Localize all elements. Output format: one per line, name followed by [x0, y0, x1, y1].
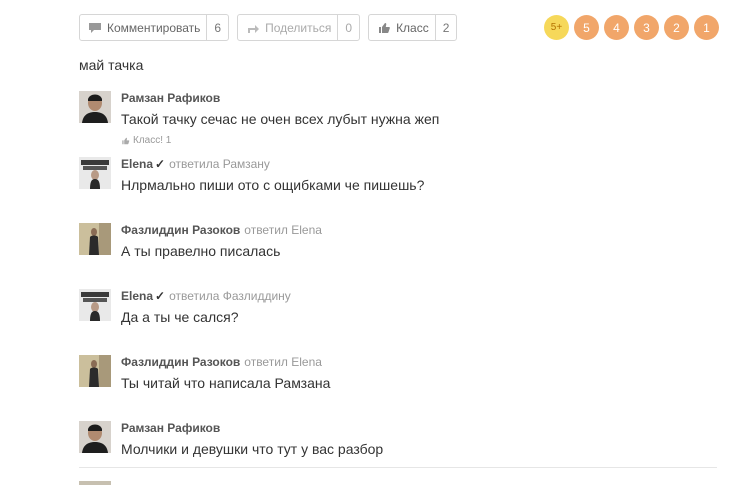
share-arrow-icon: [246, 22, 260, 34]
avatar[interactable]: [79, 481, 111, 485]
comment-text: Ты читай что написала Рамзана: [121, 375, 331, 391]
rating-4[interactable]: 4: [604, 15, 629, 40]
reply-to[interactable]: ответила Фазлиддину: [169, 289, 291, 303]
comment-author[interactable]: Фазлиддин Разоков: [121, 223, 240, 237]
verified-check-icon: ✓: [155, 289, 166, 303]
share-button-label: Поделиться: [265, 20, 332, 35]
post-actions-toolbar: Комментировать 6 Поделиться 0 Класс 2: [79, 14, 458, 41]
reply-to[interactable]: ответил Elena: [244, 223, 322, 237]
comment-count: 6: [206, 15, 228, 40]
post-text: май тачка: [79, 57, 144, 73]
avatar[interactable]: [79, 91, 111, 123]
avatar[interactable]: [79, 421, 111, 453]
avatar[interactable]: [79, 223, 111, 255]
comment-text: Такой тачку сечас не очен всех лубыт нуж…: [121, 111, 440, 127]
comment-author[interactable]: Фазлиддин Разоков: [121, 355, 240, 369]
avatar[interactable]: [79, 289, 111, 321]
rating-selector: 5+ 5 4 3 2 1: [544, 15, 719, 40]
rating-5plus[interactable]: 5+: [544, 15, 569, 40]
comment-text: Молчики и девушки что тут у вас разбор: [121, 441, 384, 457]
comment-item: Elena ✓ ответила Фазлиддину Да а ты че сал…: [79, 289, 719, 329]
comment-text: Нлрмально пиши ото с ощибками че пишешь?: [121, 177, 425, 193]
share-button[interactable]: Поделиться 0: [237, 14, 361, 41]
divider: [79, 467, 717, 468]
rating-1[interactable]: 1: [694, 15, 719, 40]
like-button[interactable]: Класс 2: [368, 14, 458, 41]
avatar[interactable]: [79, 157, 111, 189]
like-button-label: Класс: [396, 20, 429, 35]
comment-text: А ты правелно писалась: [121, 243, 281, 259]
comment-button[interactable]: Комментировать 6: [79, 14, 230, 41]
like-count: 2: [434, 15, 457, 40]
reply-to[interactable]: ответил Elena: [244, 355, 322, 369]
verified-check-icon: ✓: [155, 157, 166, 171]
comment-author[interactable]: Рамзан Рафиков: [121, 421, 220, 435]
comment-item: Рамзан Рафиков Такой тачку сечас не очен…: [79, 91, 719, 151]
thumbs-up-icon: [122, 137, 130, 144]
comment-item: Фазлиддин Разоков ответил Elena Ты читай …: [79, 355, 719, 395]
comment-author[interactable]: Elena: [121, 157, 153, 171]
comment-likes[interactable]: Класс! 1: [121, 135, 171, 146]
reply-to[interactable]: ответила Рамзану: [169, 157, 270, 171]
rating-5[interactable]: 5: [574, 15, 599, 40]
comment-item: Рамзан Рафиков Молчики и девушки что тут…: [79, 421, 719, 461]
comment-button-label: Комментировать: [107, 20, 201, 35]
thumbs-up-icon: [377, 22, 391, 34]
comment-text: Да а ты че сался?: [121, 309, 239, 325]
comment-item: Elena ✓ ответила Рамзану Нлрмально пиши от…: [79, 157, 719, 197]
rating-3[interactable]: 3: [634, 15, 659, 40]
comment-item: Фазлиддин Разоков ответил Elena А ты прав…: [79, 223, 719, 263]
comment-author[interactable]: Рамзан Рафиков: [121, 91, 220, 105]
avatar[interactable]: [79, 355, 111, 387]
speech-bubble-icon: [88, 22, 102, 34]
rating-2[interactable]: 2: [664, 15, 689, 40]
comment-author[interactable]: Elena: [121, 289, 153, 303]
comment-likes-label: Класс! 1: [133, 135, 172, 146]
share-count: 0: [337, 15, 359, 40]
